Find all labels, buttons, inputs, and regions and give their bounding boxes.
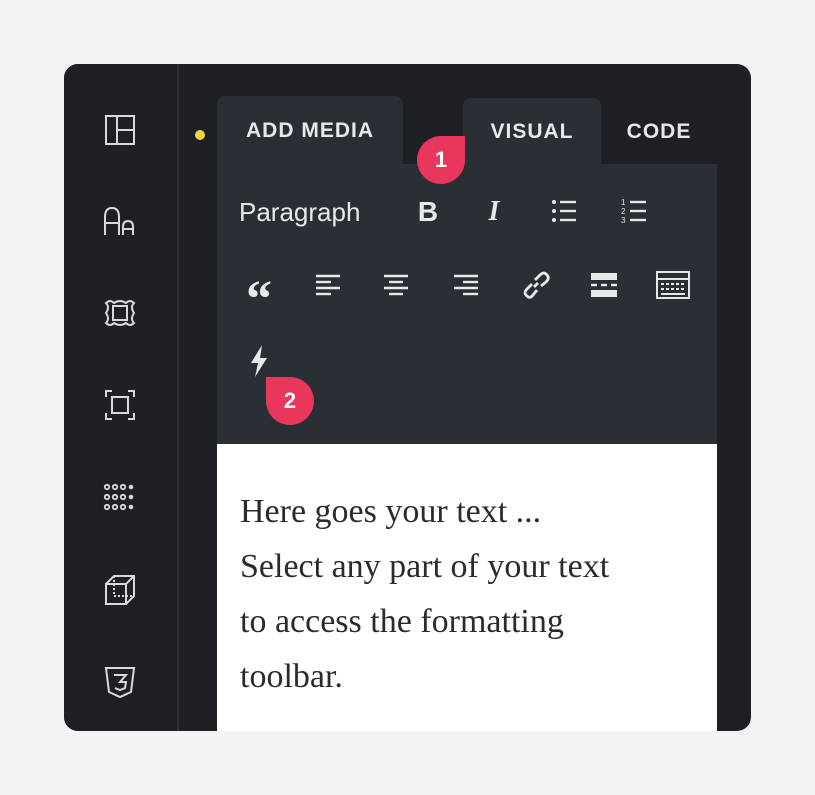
callout-badge-1: 1 xyxy=(417,136,465,184)
read-more-button[interactable] xyxy=(589,270,619,300)
content-line: to access the formatting xyxy=(240,603,564,640)
align-right-button[interactable] xyxy=(451,270,481,300)
svg-text:3: 3 xyxy=(621,216,626,224)
text-editor-content[interactable]: Here goes your text ... Select any part … xyxy=(217,444,717,731)
align-left-button[interactable] xyxy=(313,270,343,300)
content-line: Here goes your text ... xyxy=(240,493,542,530)
sidebar-rail xyxy=(64,64,179,731)
blockquote-button[interactable]: “ xyxy=(241,262,277,326)
callout-badge-2: 2 xyxy=(266,377,314,425)
editor-panel: ADD MEDIA VISUAL CODE Paragraph B I 1 2 … xyxy=(64,64,751,731)
align-center-button[interactable] xyxy=(381,270,411,300)
editor-text[interactable]: Here goes your text ... Select any part … xyxy=(240,484,700,704)
content-line: toolbar. xyxy=(240,658,343,695)
layout-icon[interactable] xyxy=(100,110,140,150)
lightning-bolt-icon[interactable] xyxy=(245,342,273,380)
keyboard-shortcuts-icon[interactable] xyxy=(655,268,691,302)
tab-visual[interactable]: VISUAL xyxy=(463,98,601,166)
bullet-list-button[interactable] xyxy=(549,196,579,226)
css3-icon[interactable] xyxy=(100,662,140,702)
typography-icon[interactable] xyxy=(100,201,140,241)
border-icon[interactable] xyxy=(100,293,140,333)
tab-code[interactable]: CODE xyxy=(601,98,717,166)
numbered-list-button[interactable]: 1 2 3 xyxy=(619,196,649,226)
tab-add-media[interactable]: ADD MEDIA xyxy=(217,96,403,165)
svg-text:2: 2 xyxy=(621,207,626,216)
italic-button[interactable]: I xyxy=(479,192,509,232)
link-icon[interactable] xyxy=(519,268,553,302)
spacing-icon[interactable] xyxy=(100,385,140,425)
transform-icon[interactable] xyxy=(100,570,140,610)
bold-button[interactable]: B xyxy=(413,192,443,232)
paragraph-format-select[interactable]: Paragraph xyxy=(239,192,360,232)
svg-text:1: 1 xyxy=(621,198,626,207)
unsaved-indicator-dot xyxy=(195,130,205,140)
content-line: Select any part of your text xyxy=(240,548,610,585)
grid-icon[interactable] xyxy=(100,477,140,517)
